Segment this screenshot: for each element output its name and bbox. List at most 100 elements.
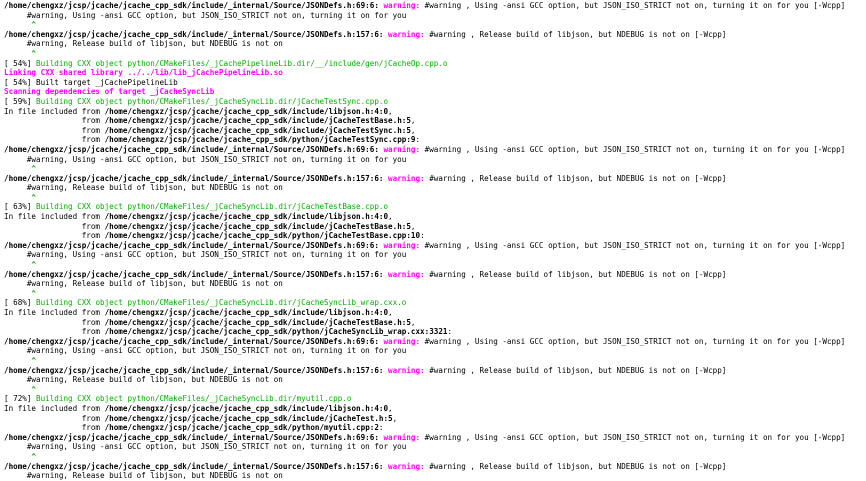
caret-marker-line: ^ — [4, 193, 866, 203]
line-text: #warning, Release build of libjson, but … — [4, 471, 283, 481]
line-text: , — [388, 308, 393, 317]
compiler-warning-line: /home/chengxz/jcsp/jcache/jcache_cpp_sdk… — [4, 145, 866, 155]
output-line: #warning, Release build of libjson, but … — [4, 39, 866, 49]
line-text: #warning , Using -ansi GCC option, but J… — [424, 144, 846, 154]
file-path: /home/chengxz/jcsp/jcache/jcache_cpp_sdk… — [104, 308, 389, 317]
output-line: from /home/chengxz/jcsp/jcache/jcache_cp… — [4, 116, 866, 126]
file-path: /home/chengxz/jcsp/jcache/jcache_cpp_sdk… — [104, 317, 411, 327]
warning-label: warning: — [383, 432, 425, 442]
output-line: from /home/chengxz/jcsp/jcache/jcache_cp… — [4, 414, 866, 424]
line-text: [ 54%] Built target _jCachePipelineLib — [4, 77, 178, 87]
line-text: , — [392, 413, 398, 423]
caret-marker: ^ — [4, 384, 37, 394]
line-text: #warning , Release build of libjson, but… — [429, 269, 727, 279]
line-text: #warning , Release build of libjson, but… — [429, 365, 727, 375]
file-path: /home/chengxz/jcsp/jcache/jcache_cpp_sdk… — [104, 125, 411, 135]
caret-marker-line: ^ — [4, 385, 866, 395]
file-path: /home/chengxz/jcsp/jcache/jcache_cpp_sdk… — [104, 212, 389, 222]
line-text: : — [447, 327, 453, 337]
linking-text: Linking CXX shared library ../../lib/lib… — [4, 68, 283, 78]
output-line: In file included from /home/chengxz/jcsp… — [4, 404, 866, 414]
file-path: /home/chengxz/jcsp/jcache/jcache_cpp_sdk… — [104, 327, 448, 337]
line-text: #warning , Release build of libjson, but… — [429, 29, 727, 39]
output-line: [ 54%] Built target _jCachePipelineLib — [4, 78, 866, 88]
build-step-text: Building CXX object python/CMakeFiles/_j… — [36, 202, 389, 212]
line-text: from — [4, 135, 105, 145]
build-progress-line: [ 59%] Building CXX object python/CMakeF… — [4, 97, 866, 107]
linking-line: Linking CXX shared library ../../lib/lib… — [4, 68, 866, 78]
build-progress-line: [ 72%] Building CXX object python/CMakeF… — [4, 394, 866, 404]
line-text: In file included from — [4, 403, 105, 413]
line-text: , — [388, 106, 393, 116]
output-line: from /home/chengxz/jcsp/jcache/jcache_cp… — [4, 327, 866, 337]
line-text: from — [4, 317, 105, 327]
output-line: from /home/chengxz/jcsp/jcache/jcache_cp… — [4, 318, 866, 328]
build-progress-line: [ 63%] Building CXX object python/CMakeF… — [4, 202, 866, 212]
line-text: In file included from — [4, 106, 105, 116]
line-text: #warning , Release build of libjson, but… — [429, 461, 727, 471]
file-path: /home/chengxz/jcsp/jcache/jcache_cpp_sdk… — [4, 1, 384, 10]
line-text: , — [410, 125, 416, 135]
output-line: from /home/chengxz/jcsp/jcache/jcache_cp… — [4, 423, 866, 433]
line-text: from — [4, 116, 105, 126]
line-text: from — [4, 327, 105, 337]
output-line: #warning, Using -ansi GCC option, but JS… — [4, 346, 866, 356]
output-line: In file included from /home/chengxz/jcsp… — [4, 212, 866, 222]
caret-marker-line: ^ — [4, 164, 866, 174]
output-line: #warning, Using -ansi GCC option, but JS… — [4, 155, 866, 165]
line-text: #warning, Release build of libjson, but … — [4, 279, 283, 289]
compiler-warning-line: /home/chengxz/jcsp/jcache/jcache_cpp_sdk… — [4, 337, 866, 347]
line-text: , — [388, 403, 393, 413]
line-text: [ 59%] — [4, 96, 37, 106]
file-path: /home/chengxz/jcsp/jcache/jcache_cpp_sdk… — [4, 336, 384, 346]
warning-label: warning: — [388, 461, 430, 471]
caret-marker: ^ — [4, 192, 37, 202]
line-text: [ 72%] — [4, 394, 37, 404]
warning-label: warning: — [388, 365, 430, 375]
line-text: , — [410, 221, 416, 231]
compiler-warning-line: /home/chengxz/jcsp/jcache/jcache_cpp_sdk… — [4, 270, 866, 280]
output-line: In file included from /home/chengxz/jcsp… — [4, 107, 866, 117]
warning-label: warning: — [383, 144, 425, 154]
line-text: , — [388, 212, 393, 222]
compiler-warning-line: /home/chengxz/jcsp/jcache/jcache_cpp_sdk… — [4, 30, 866, 40]
build-step-text: Building CXX object python/CMakeFiles/_j… — [36, 58, 448, 68]
terminal-output[interactable]: /home/chengxz/jcsp/jcache/jcache_cpp_sdk… — [0, 0, 866, 481]
output-line: #warning, Using -ansi GCC option, but JS… — [4, 11, 866, 21]
file-path: /home/chengxz/jcsp/jcache/jcache_cpp_sdk… — [4, 29, 389, 39]
scanning-text: Scanning dependencies of target _jCacheS… — [4, 87, 215, 97]
line-text: #warning , Release build of libjson, but… — [429, 173, 727, 183]
caret-marker: ^ — [4, 20, 37, 30]
caret-marker-line: ^ — [4, 452, 866, 462]
output-line: In file included from /home/chengxz/jcsp… — [4, 308, 866, 318]
line-text: #warning, Release build of libjson, but … — [4, 375, 283, 385]
file-path: /home/chengxz/jcsp/jcache/jcache_cpp_sdk… — [4, 432, 384, 442]
file-path: /home/chengxz/jcsp/jcache/jcache_cpp_sdk… — [4, 240, 384, 250]
output-line: #warning, Using -ansi GCC option, but JS… — [4, 442, 866, 452]
output-line: #warning, Release build of libjson, but … — [4, 375, 866, 385]
warning-label: warning: — [383, 336, 425, 346]
scanning-line: Scanning dependencies of target _jCacheS… — [4, 87, 866, 97]
compiler-warning-line: /home/chengxz/jcsp/jcache/jcache_cpp_sdk… — [4, 1, 866, 11]
caret-marker: ^ — [4, 355, 37, 365]
file-path: /home/chengxz/jcsp/jcache/jcache_cpp_sdk… — [104, 221, 411, 231]
caret-marker: ^ — [4, 48, 37, 58]
file-path: /home/chengxz/jcsp/jcache/jcache_cpp_sdk… — [4, 365, 389, 375]
compiler-warning-line: /home/chengxz/jcsp/jcache/jcache_cpp_sdk… — [4, 241, 866, 251]
file-path: /home/chengxz/jcsp/jcache/jcache_cpp_sdk… — [4, 269, 389, 279]
caret-marker-line: ^ — [4, 260, 866, 270]
line-text: #warning , Using -ansi GCC option, but J… — [424, 240, 846, 250]
line-text: #warning, Using -ansi GCC option, but JS… — [4, 442, 407, 452]
caret-marker-line: ^ — [4, 20, 866, 30]
line-text: from — [4, 221, 105, 231]
file-path: /home/chengxz/jcsp/jcache/jcache_cpp_sdk… — [104, 106, 389, 116]
line-text: #warning, Release build of libjson, but … — [4, 183, 283, 193]
file-path: /home/chengxz/jcsp/jcache/jcache_cpp_sdk… — [4, 461, 389, 471]
caret-marker: ^ — [4, 260, 37, 270]
compiler-warning-line: /home/chengxz/jcsp/jcache/jcache_cpp_sdk… — [4, 174, 866, 184]
caret-marker-line: ^ — [4, 49, 866, 59]
build-step-text: Building CXX object python/CMakeFiles/_j… — [36, 394, 352, 404]
caret-marker: ^ — [4, 451, 37, 461]
line-text: #warning, Using -ansi GCC option, but JS… — [4, 346, 407, 356]
file-path: /home/chengxz/jcsp/jcache/jcache_cpp_sdk… — [104, 231, 421, 241]
